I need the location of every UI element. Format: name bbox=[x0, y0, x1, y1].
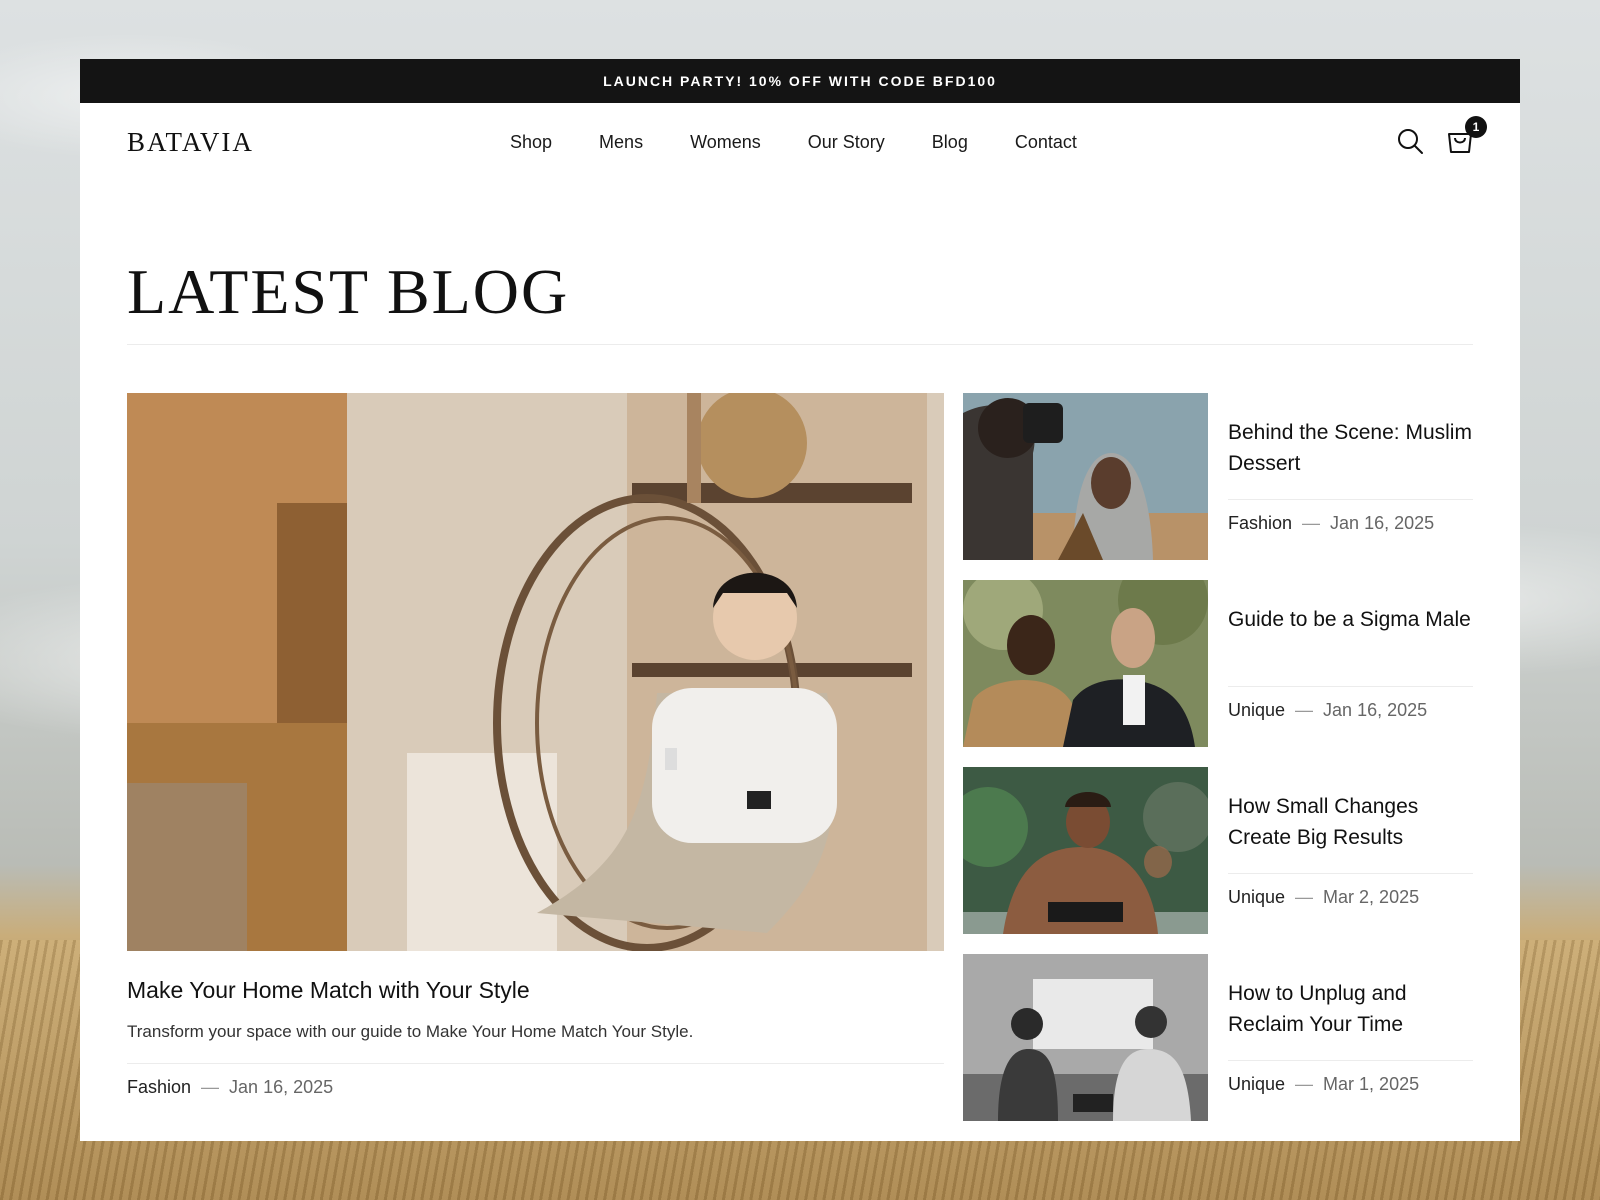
post-title[interactable]: Guide to be a Sigma Male bbox=[1228, 604, 1473, 666]
post-meta: Fashion — Jan 16, 2025 bbox=[127, 1077, 944, 1098]
post-meta: Unique — Mar 2, 2025 bbox=[1228, 887, 1473, 908]
post-thumbnail[interactable] bbox=[963, 580, 1208, 747]
header-icons: 1 bbox=[1396, 116, 1487, 155]
shopping-bag-icon[interactable]: 1 bbox=[1446, 116, 1487, 155]
meta-separator: — bbox=[1295, 1074, 1314, 1094]
post-thumbnail[interactable] bbox=[963, 954, 1208, 1121]
featured-post-excerpt: Transform your space with our guide to M… bbox=[127, 1022, 694, 1041]
featured-post-image[interactable] bbox=[127, 393, 944, 951]
featured-post[interactable]: Make Your Home Match with Your Style Tra… bbox=[127, 393, 944, 1098]
main-nav: Shop Mens Womens Our Story Blog Contact bbox=[510, 103, 1124, 181]
meta-separator: — bbox=[201, 1077, 220, 1097]
nav-shop[interactable]: Shop bbox=[510, 132, 552, 153]
post-thumbnail[interactable] bbox=[963, 393, 1208, 560]
nav-contact[interactable]: Contact bbox=[1015, 132, 1077, 153]
list-item[interactable]: Guide to be a Sigma Male Unique — Jan 16… bbox=[963, 580, 1473, 747]
post-date: Jan 16, 2025 bbox=[1323, 700, 1428, 720]
nav-blog[interactable]: Blog bbox=[932, 132, 968, 153]
divider bbox=[127, 1063, 944, 1064]
post-text: Guide to be a Sigma Male Unique — Jan 16… bbox=[1228, 604, 1473, 721]
meta-separator: — bbox=[1295, 700, 1314, 720]
meta-separator: — bbox=[1302, 513, 1321, 533]
post-category[interactable]: Unique bbox=[1228, 887, 1285, 908]
list-item[interactable]: Behind the Scene: Muslim Dessert Fashion… bbox=[963, 393, 1473, 560]
post-meta: Unique — Mar 1, 2025 bbox=[1228, 1074, 1473, 1095]
divider bbox=[1228, 873, 1473, 874]
title-divider bbox=[127, 344, 1473, 345]
post-date: Jan 16, 2025 bbox=[1330, 513, 1435, 533]
nav-womens[interactable]: Womens bbox=[690, 132, 761, 153]
recent-posts-list: Behind the Scene: Muslim Dessert Fashion… bbox=[963, 393, 1473, 1141]
post-text: How to Unplug and Reclaim Your Time Uniq… bbox=[1228, 978, 1473, 1095]
featured-post-title[interactable]: Make Your Home Match with Your Style bbox=[127, 977, 944, 1004]
post-meta: Unique — Jan 16, 2025 bbox=[1228, 700, 1473, 721]
post-date: Jan 16, 2025 bbox=[229, 1077, 334, 1097]
cart-count-badge: 1 bbox=[1465, 116, 1487, 138]
post-date: Mar 1, 2025 bbox=[1323, 1074, 1420, 1094]
post-text: How Small Changes Create Big Results Uni… bbox=[1228, 791, 1473, 908]
brand-logo[interactable]: BATAVIA bbox=[127, 127, 254, 158]
post-category[interactable]: Unique bbox=[1228, 1074, 1285, 1095]
meta-separator: — bbox=[1295, 887, 1314, 907]
post-category[interactable]: Fashion bbox=[1228, 513, 1292, 534]
post-meta: Fashion — Jan 16, 2025 bbox=[1228, 513, 1473, 534]
post-category[interactable]: Fashion bbox=[127, 1077, 191, 1098]
list-item[interactable]: How to Unplug and Reclaim Your Time Uniq… bbox=[963, 954, 1473, 1121]
nav-mens[interactable]: Mens bbox=[599, 132, 643, 153]
post-title[interactable]: Behind the Scene: Muslim Dessert bbox=[1228, 417, 1473, 479]
site-header: BATAVIA Shop Mens Womens Our Story Blog … bbox=[80, 103, 1520, 181]
browser-page: LAUNCH PARTY! 10% OFF WITH CODE BFD100 B… bbox=[80, 59, 1520, 1141]
post-thumbnail[interactable] bbox=[963, 767, 1208, 934]
post-date: Mar 2, 2025 bbox=[1323, 887, 1420, 907]
nav-our-story[interactable]: Our Story bbox=[808, 132, 885, 153]
announcement-bar: LAUNCH PARTY! 10% OFF WITH CODE BFD100 bbox=[80, 59, 1520, 103]
post-title[interactable]: How Small Changes Create Big Results bbox=[1228, 791, 1473, 853]
divider bbox=[1228, 1060, 1473, 1061]
post-title[interactable]: How to Unplug and Reclaim Your Time bbox=[1228, 978, 1473, 1040]
divider bbox=[1228, 686, 1473, 687]
divider bbox=[1228, 499, 1473, 500]
search-icon[interactable] bbox=[1396, 127, 1424, 155]
page-title: LATEST BLOG bbox=[127, 256, 570, 327]
list-item[interactable]: How Small Changes Create Big Results Uni… bbox=[963, 767, 1473, 934]
post-text: Behind the Scene: Muslim Dessert Fashion… bbox=[1228, 417, 1473, 534]
post-category[interactable]: Unique bbox=[1228, 700, 1285, 721]
